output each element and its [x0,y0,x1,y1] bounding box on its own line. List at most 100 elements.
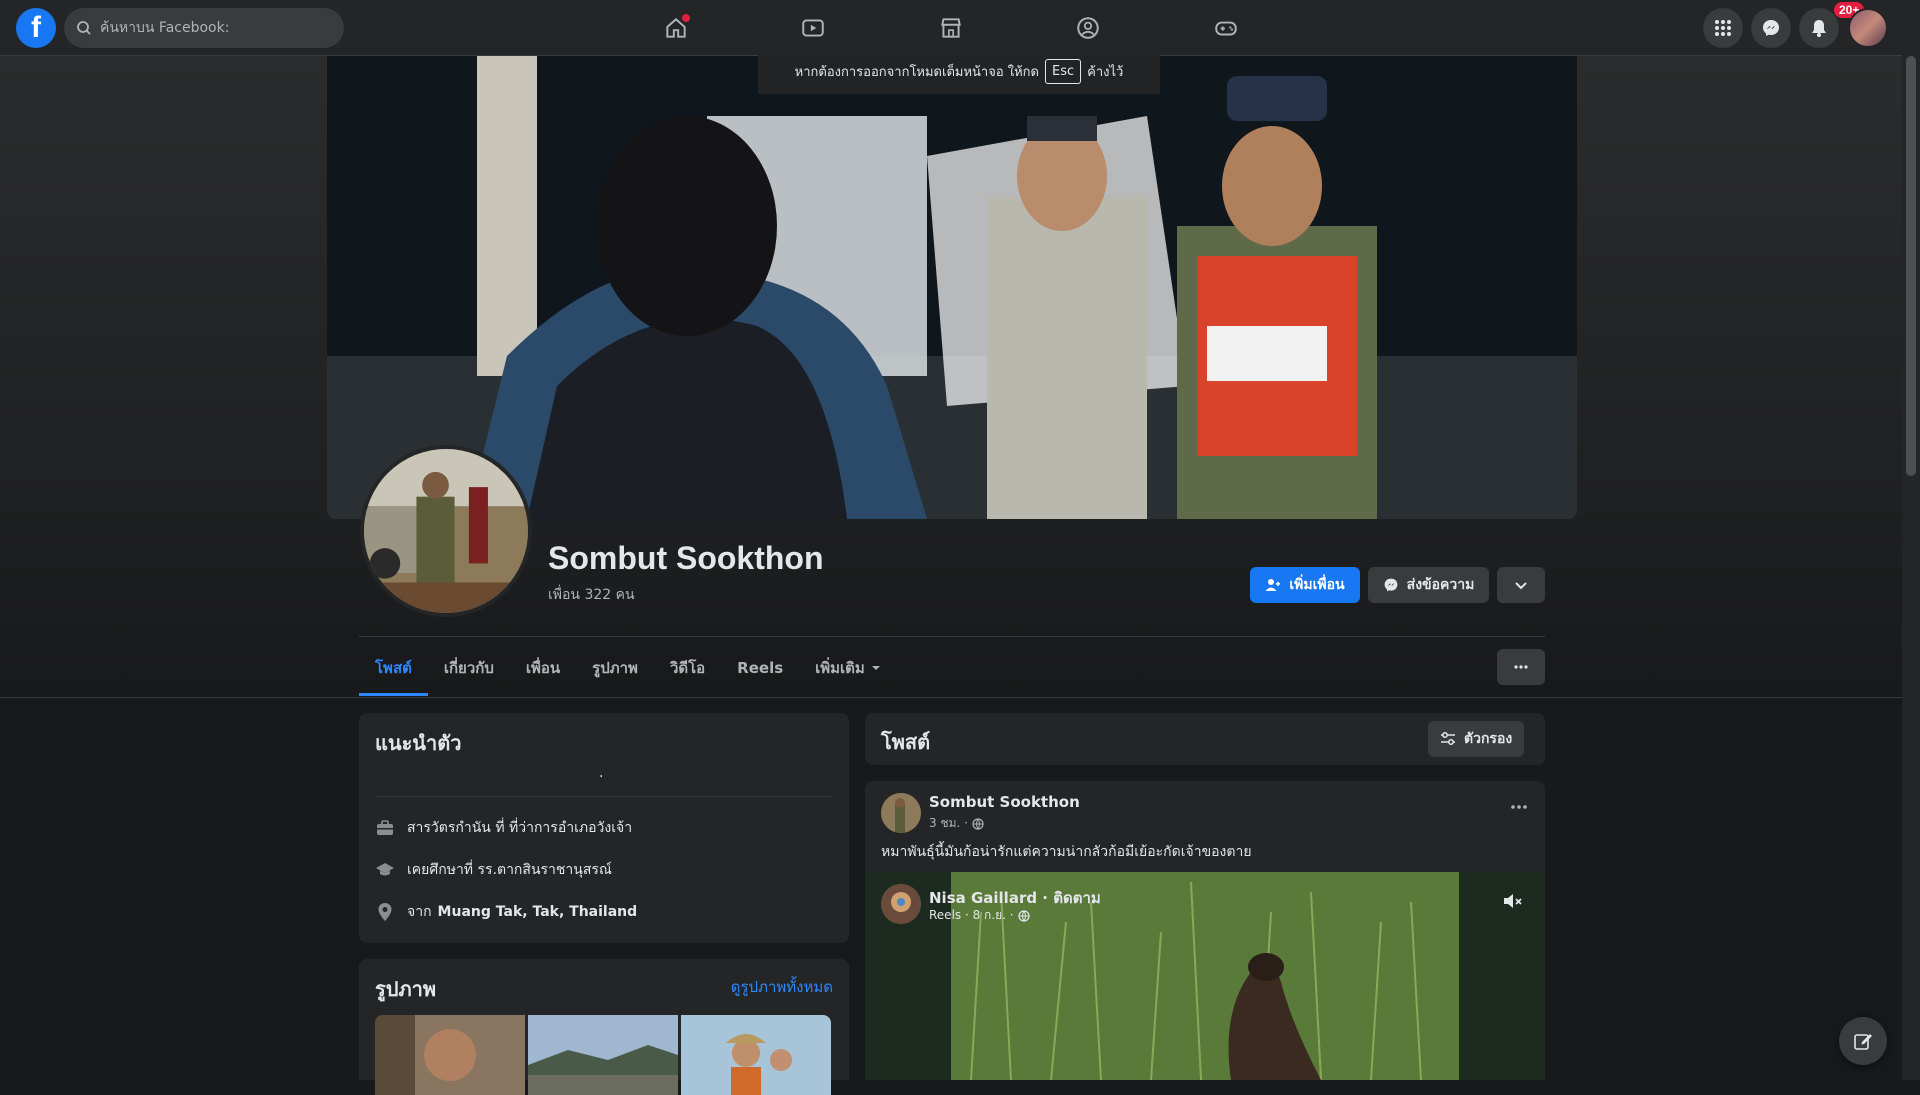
marketplace-icon [941,18,961,38]
tab-more[interactable]: เพิ่มเติม [799,640,897,696]
profile-tabs: โพสต์ เกี่ยวกับ เพื่อน รูปภาพ วิดีโอ Ree… [359,640,897,696]
photos-title: รูปภาพ [375,979,437,1001]
posts-header-card: โพสต์ ตัวกรอง [865,713,1545,765]
post-options-button[interactable] [1509,797,1529,821]
profile-name: Sombut Sookthon [548,540,824,576]
facebook-logo-letter: f [31,11,41,44]
fullscreen-exit-notice: หากต้องการออกจากโหมดเต็มหน้าจอ ให้กด Esc… [758,48,1160,94]
profile-picture[interactable] [360,445,532,617]
tab-label: โพสต์ [375,659,412,677]
tab-about[interactable]: เกี่ยวกับ [428,640,510,696]
add-friend-button[interactable]: เพิ่มเพื่อน [1250,567,1360,603]
tab-videos[interactable]: วิดีโอ [654,640,721,696]
posts-title: โพสต์ [881,732,931,754]
chevron-down-icon [1515,582,1527,590]
photo-thumbnail-image [681,1015,831,1095]
intro-hometown: จาก Muang Tak, Tak, Thailand [375,901,637,923]
post-author-avatar[interactable] [881,793,921,833]
tab-friends[interactable]: เพื่อน [510,640,576,696]
esc-key: Esc [1045,58,1082,84]
message-label: ส่งข้อความ [1406,577,1475,593]
fullscreen-notice-text: หากต้องการออกจากโหมดเต็มหน้าจอ ให้กด [794,64,1039,80]
intro-work-text: สารวัตรกำนัน ที่ ที่ว่าการอำเภอวังเจ้า [407,820,633,836]
globe-icon [1018,909,1030,922]
tabs-overflow-button[interactable] [1497,649,1545,685]
photo-thumbnail[interactable] [681,1015,831,1095]
photo-thumbnail[interactable] [528,1015,678,1095]
messenger-button[interactable] [1751,8,1791,48]
tab-reels[interactable]: Reels [721,640,799,696]
location-pin-icon [378,903,392,921]
tab-photos[interactable]: รูปภาพ [576,640,654,696]
search-icon [77,21,91,35]
tab-label: เพื่อน [525,659,561,677]
tab-label: Reels [737,659,784,677]
add-friend-label: เพิ่มเพื่อน [1289,577,1345,593]
ellipsis-icon [1514,665,1528,669]
intro-card: แนะนำตัว . สารวัตรกำนัน ที่ ที่ว่าการอำเ… [359,713,849,943]
scrollbar-thumb[interactable] [1906,56,1916,476]
account-avatar[interactable] [1848,8,1888,48]
facebook-logo[interactable]: f [16,8,56,48]
post-time-text: 3 ชม. · [929,816,968,830]
tab-posts[interactable]: โพสต์ [359,640,428,696]
header-bottom-border [0,697,1920,698]
ellipsis-icon [1511,805,1527,809]
post-author-avatar-image [881,793,921,833]
cover-photo-image [327,56,1577,519]
shared-reel[interactable]: Nisa Gaillard · ติดตาม Reels · 8 ก.ย. · [865,872,1545,1080]
messenger-icon [1763,20,1779,36]
photo-thumbnail-image [528,1015,678,1095]
see-all-photos-link[interactable]: ดูรูปภาพทั้งหมด [731,975,833,999]
message-button[interactable]: ส่งข้อความ [1368,567,1489,603]
tab-label: เพิ่มเติม [815,659,865,677]
menu-button[interactable] [1703,8,1743,48]
groups-icon [1077,17,1099,39]
intro-from-place[interactable]: Muang Tak, Tak, Thailand [438,904,638,920]
graduation-cap-icon [376,863,394,876]
fullscreen-notice-suffix: ค้างไว้ [1087,64,1124,80]
nav-home[interactable] [656,8,696,48]
globe-icon [972,817,984,830]
reel-author-avatar[interactable] [881,884,921,924]
tab-label: เกี่ยวกับ [443,659,494,677]
search-box[interactable] [64,8,344,48]
reel-author-avatar-image [881,884,921,924]
intro-education: เคยศึกษาที่ รร.ตากสินราชานุสรณ์ [375,859,612,881]
grid-menu-icon [1715,20,1731,36]
nav-video[interactable] [793,8,833,48]
home-notification-dot [682,14,690,22]
speaker-muted-icon [1504,894,1522,908]
more-profile-actions-button[interactable] [1497,567,1545,603]
video-icon [802,19,824,37]
intro-work: สารวัตรกำนัน ที่ ที่ว่าการอำเภอวังเจ้า [375,817,632,839]
add-person-icon [1265,579,1281,591]
photo-thumbnail[interactable] [375,1015,525,1095]
filter-sliders-icon [1441,732,1455,745]
profile-picture-image [364,449,528,613]
nav-gaming[interactable] [1206,8,1246,48]
bell-icon [1812,20,1826,37]
filter-button[interactable]: ตัวกรอง [1428,721,1525,757]
new-message-button[interactable] [1839,1017,1887,1065]
nav-marketplace[interactable] [931,8,971,48]
gaming-icon [1215,21,1237,36]
reel-meta-text: Reels · 8 ก.ย. · [929,908,1014,922]
tab-label: รูปภาพ [592,659,638,677]
search-input[interactable] [100,20,320,36]
nav-groups[interactable] [1068,8,1108,48]
tab-label: วิดีโอ [669,659,706,677]
reel-meta[interactable]: Reels · 8 ก.ย. · [929,906,1030,925]
friend-count[interactable]: เพื่อน 322 คน [548,584,635,606]
cover-photo[interactable] [327,56,1577,519]
notifications-button[interactable] [1799,8,1839,48]
compose-edit-icon [1854,1034,1872,1050]
mute-button[interactable] [1501,890,1523,916]
post-author-name[interactable]: Sombut Sookthon [929,793,1080,811]
intro-education-text: เคยศึกษาที่ รร.ตากสินราชานุสรณ์ [407,862,612,878]
intro-bio: . [599,765,604,781]
caret-down-icon [871,666,880,670]
filter-label: ตัวกรอง [1464,731,1513,747]
intro-from-prefix: จาก [407,904,432,920]
post-timestamp[interactable]: 3 ชม. · [929,814,984,833]
